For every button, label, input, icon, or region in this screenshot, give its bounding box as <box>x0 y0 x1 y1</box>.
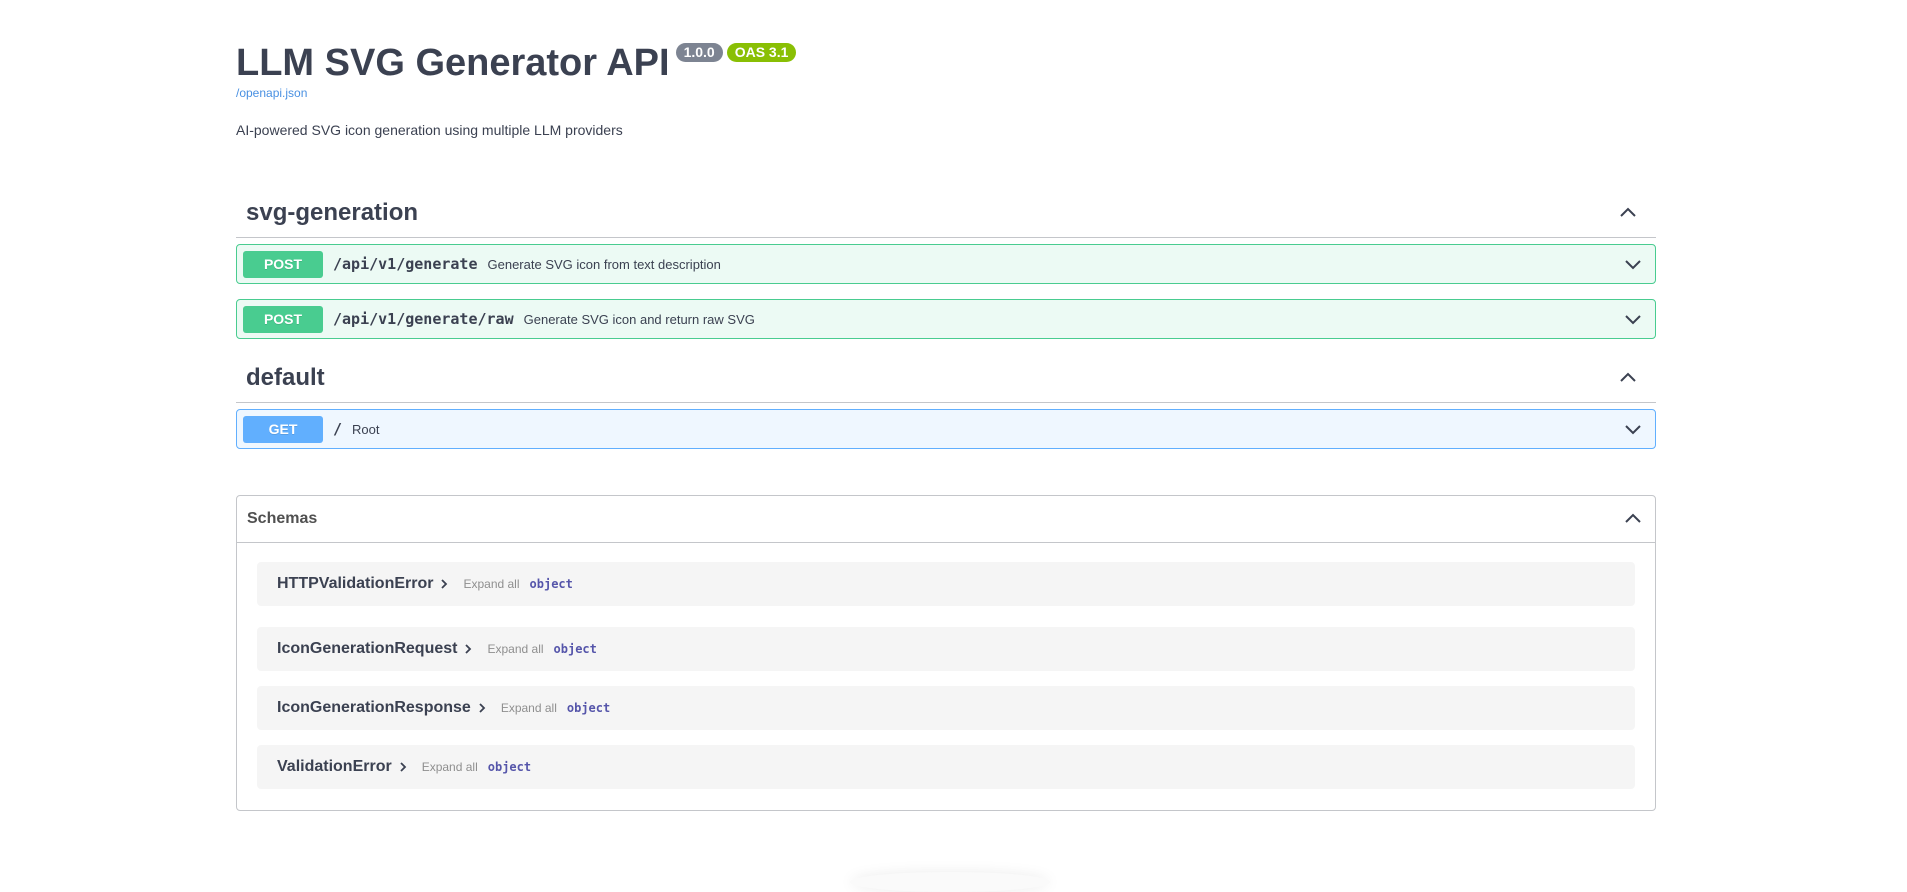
tag-name: default <box>246 363 325 391</box>
operation-path: / <box>333 420 343 438</box>
version-badge: 1.0.0 <box>675 43 723 62</box>
schema-item-validationerror[interactable]: ValidationError Expand all object <box>257 745 1635 789</box>
schemas-header[interactable]: Schemas <box>237 496 1655 543</box>
openapi-json-link[interactable]: /openapi.json <box>236 86 307 100</box>
oas-badge: OAS 3.1 <box>726 43 797 62</box>
schema-type: object <box>529 577 573 591</box>
schema-type: object <box>566 701 611 715</box>
operation-path: /api/v1/generate <box>333 255 478 273</box>
schema-item-icongenerationresponse[interactable]: IconGenerationResponse Expand all object <box>257 686 1635 730</box>
operation-summary: Generate SVG icon and return raw SVG <box>523 311 755 327</box>
expand-all-button[interactable]: Expand all <box>487 642 543 656</box>
chevron-down-icon[interactable] <box>1623 419 1643 439</box>
operation-post-generate-raw[interactable]: POST /api/v1/generate/raw Generate SVG i… <box>236 299 1656 339</box>
tag-header-svg-generation[interactable]: svg-generation <box>236 188 1656 238</box>
tag-name: svg-generation <box>246 198 419 226</box>
method-badge: POST <box>243 305 323 333</box>
schema-item-httpvalidationerror[interactable]: HTTPValidationError Expand all object <box>257 562 1635 606</box>
chevron-right-icon[interactable] <box>475 701 489 715</box>
expand-all-button[interactable]: Expand all <box>422 760 478 774</box>
method-badge: POST <box>243 250 323 278</box>
schema-item-icongenerationrequest[interactable]: IconGenerationRequest Expand all object <box>257 627 1635 671</box>
footer-shadow <box>850 872 1050 892</box>
schema-type: object <box>487 760 532 774</box>
api-title: LLM SVG Generator API <box>236 42 670 84</box>
operation-summary: Root <box>352 421 380 437</box>
chevron-up-icon[interactable] <box>1608 358 1648 398</box>
chevron-up-icon[interactable] <box>1623 509 1643 529</box>
api-description: AI-powered SVG icon generation using mul… <box>236 122 623 138</box>
schema-name[interactable]: IconGenerationRequest <box>277 640 457 658</box>
schema-name[interactable]: ValidationError <box>277 758 392 776</box>
chevron-right-icon[interactable] <box>396 760 410 774</box>
method-badge: GET <box>243 415 323 443</box>
operation-post-generate[interactable]: POST /api/v1/generate Generate SVG icon … <box>236 244 1656 284</box>
schema-name[interactable]: IconGenerationResponse <box>277 699 471 717</box>
chevron-up-icon[interactable] <box>1608 193 1648 233</box>
schema-name[interactable]: HTTPValidationError <box>277 575 433 593</box>
schemas-title: Schemas <box>247 510 318 527</box>
chevron-right-icon[interactable] <box>437 577 451 591</box>
schema-type: object <box>553 642 597 656</box>
info-title-row: LLM SVG Generator API 1.0.0 OAS 3.1 <box>236 40 797 88</box>
chevron-right-icon[interactable] <box>461 642 475 656</box>
operation-get-root[interactable]: GET / Root <box>236 409 1656 449</box>
operation-summary: Generate SVG icon from text description <box>487 256 721 272</box>
operation-path: /api/v1/generate/raw <box>333 310 514 328</box>
chevron-down-icon[interactable] <box>1623 254 1643 274</box>
tag-header-default[interactable]: default <box>236 353 1656 403</box>
schemas-section: Schemas HTTPValidationError Expand all o… <box>236 495 1656 811</box>
expand-all-button[interactable]: Expand all <box>463 577 519 591</box>
chevron-down-icon[interactable] <box>1623 309 1643 329</box>
expand-all-button[interactable]: Expand all <box>501 701 557 715</box>
